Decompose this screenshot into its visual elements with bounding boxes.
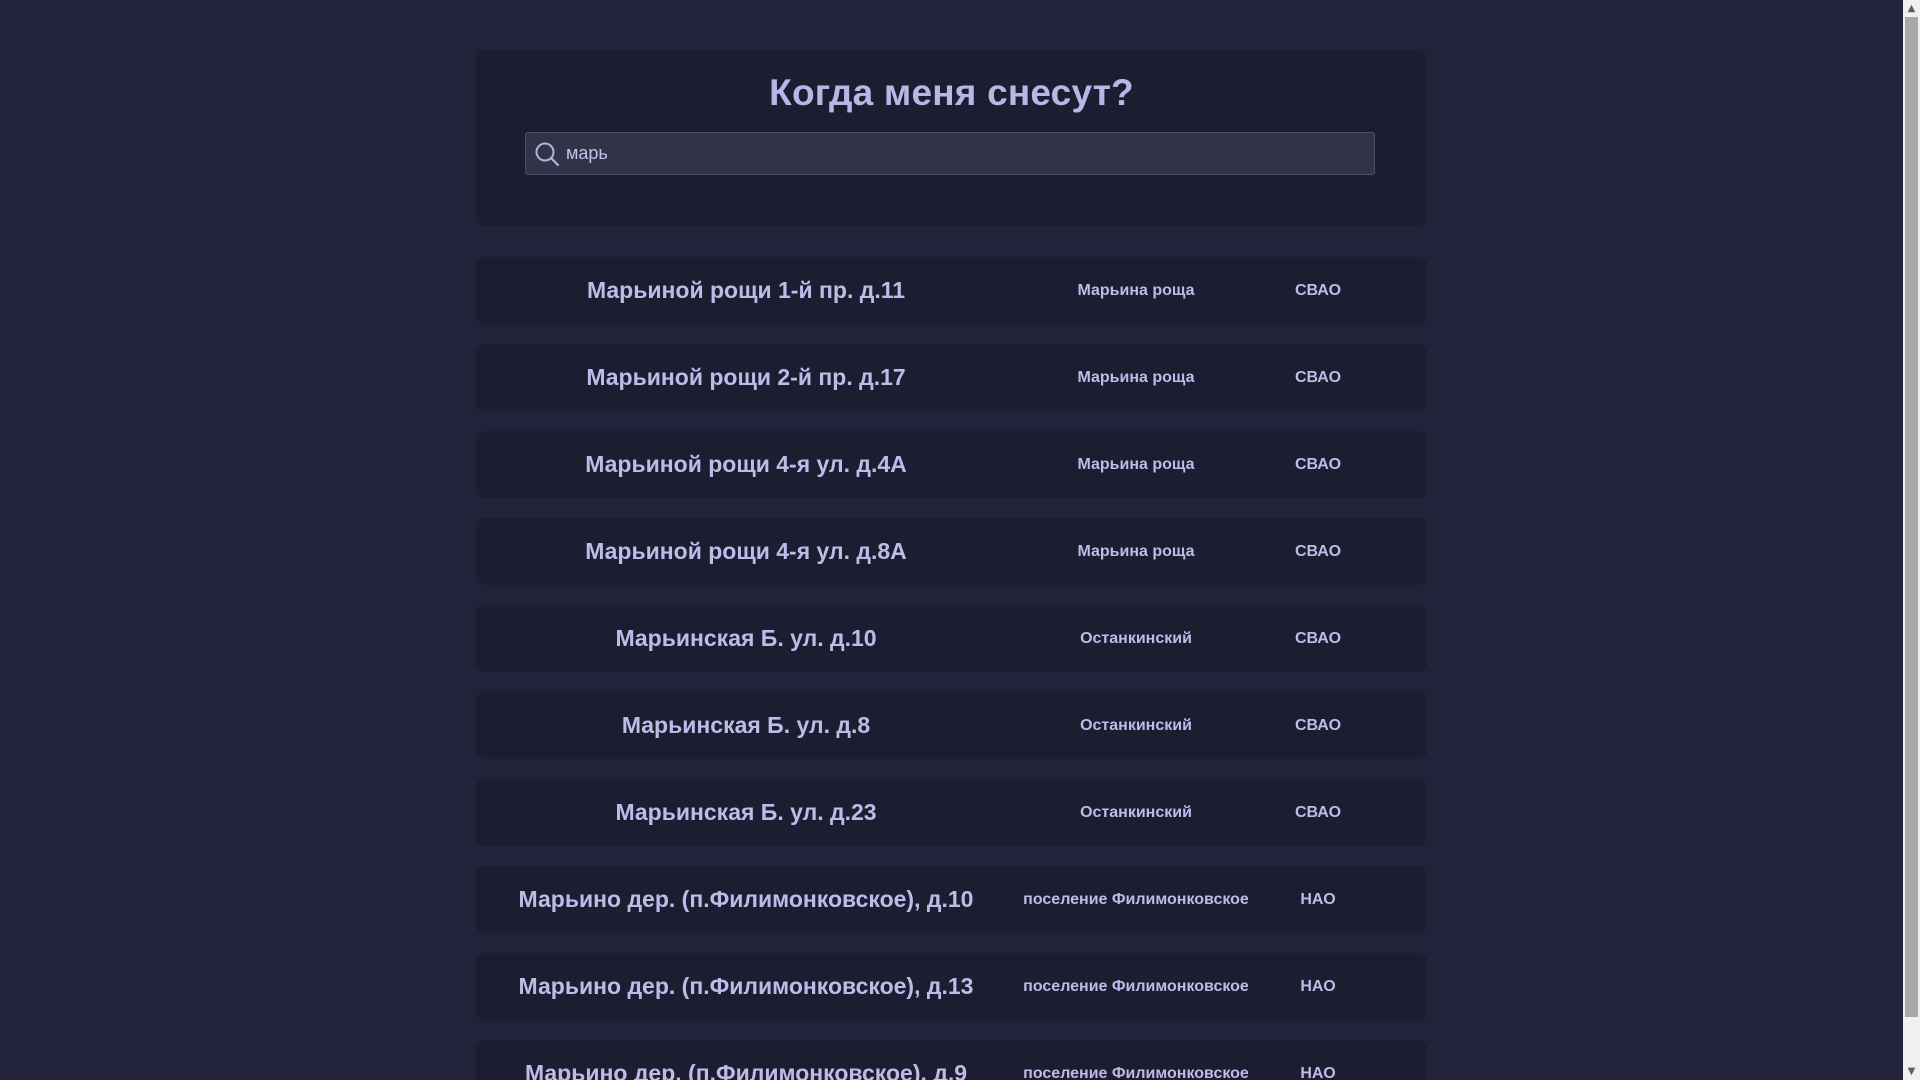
result-district: поселение Филимонковское: [1023, 978, 1249, 995]
result-okrug: НАО: [1300, 1065, 1336, 1080]
search-input[interactable]: [566, 133, 1366, 174]
result-district: Марьина роща: [1077, 543, 1195, 560]
result-okrug: НАО: [1300, 891, 1336, 908]
search-box[interactable]: [525, 132, 1375, 175]
result-okrug: НАО: [1300, 978, 1336, 995]
result-row[interactable]: Марьино дер. (п.Филимонковское), д.13 пос…: [476, 953, 1427, 1020]
result-okrug: СВАО: [1294, 804, 1342, 821]
result-row[interactable]: Марьинская Б. ул. д.23 Останкинский СВАО: [476, 779, 1427, 846]
result-district: Останкинский: [1080, 717, 1192, 734]
result-row[interactable]: Марьиной рощи 4-я ул. д.4А Марьина роща СВ…: [476, 431, 1427, 498]
result-district: Марьина роща: [1077, 282, 1195, 299]
scroll-down-arrow-icon[interactable]: ▼: [1903, 1063, 1920, 1080]
result-okrug: СВАО: [1294, 543, 1342, 560]
result-address: Марьино дер. (п.Филимонковское), д.10: [518, 886, 974, 912]
scroll-up-arrow-icon[interactable]: ▲: [1903, 0, 1920, 17]
result-address: Марьиной рощи 4-я ул. д.4А: [585, 451, 907, 477]
result-district: Марьина роща: [1077, 369, 1195, 386]
result-row[interactable]: Марьиной рощи 4-я ул. д.8А Марьина роща СВ…: [476, 518, 1427, 585]
results-list: Марьиной рощи 1-й пр. д.11 Марьина роща СВ…: [476, 257, 1427, 1080]
result-okrug: СВАО: [1294, 717, 1342, 734]
vertical-scrollbar[interactable]: ▲ ▼: [1903, 0, 1920, 1080]
scrollbar-thumb[interactable]: [1905, 17, 1918, 1017]
result-district: Марьина роща: [1077, 456, 1195, 473]
result-address: Марьинская Б. ул. д.23: [615, 799, 877, 825]
result-okrug: СВАО: [1294, 369, 1342, 386]
result-address: Марьинская Б. ул. д.10: [615, 625, 877, 651]
result-okrug: СВАО: [1294, 456, 1342, 473]
result-row[interactable]: Марьинская Б. ул. д.10 Останкинский СВАО: [476, 605, 1427, 672]
page-viewport: Когда меня снесут? Марьиной рощи 1-й пр.…: [0, 0, 1903, 1080]
result-district: Останкинский: [1080, 630, 1192, 647]
result-address: Марьино дер. (п.Филимонковское), д.13: [518, 973, 974, 999]
result-district: поселение Филимонковское: [1023, 891, 1249, 908]
search-icon: [533, 140, 561, 168]
result-row[interactable]: Марьиной рощи 2-й пр. д.17 Марьина роща СВ…: [476, 344, 1427, 411]
result-row[interactable]: Марьинская Б. ул. д.8 Останкинский СВАО: [476, 692, 1427, 759]
result-address: Марьинская Б. ул. д.8: [621, 712, 871, 738]
result-address: Марьиной рощи 4-я ул. д.8А: [585, 538, 907, 564]
result-address: Марьиной рощи 1-й пр. д.11: [586, 277, 906, 303]
result-row[interactable]: Марьино дер. (п.Филимонковское), д.9 посе…: [476, 1040, 1427, 1080]
result-address: Марьино дер. (п.Филимонковское), д.9: [524, 1060, 968, 1080]
result-address: Марьиной рощи 2-й пр. д.17: [586, 364, 906, 390]
result-row[interactable]: Марьино дер. (п.Филимонковское), д.10 пос…: [476, 866, 1427, 933]
result-okrug: СВАО: [1294, 282, 1342, 299]
result-row[interactable]: Марьиной рощи 1-й пр. д.11 Марьина роща СВ…: [476, 257, 1427, 324]
result-okrug: СВАО: [1294, 630, 1342, 647]
search-card: Когда меня снесут?: [476, 50, 1427, 226]
result-district: поселение Филимонковское: [1023, 1065, 1249, 1080]
page-title: Когда меня снесут?: [769, 72, 1134, 113]
result-district: Останкинский: [1080, 804, 1192, 821]
